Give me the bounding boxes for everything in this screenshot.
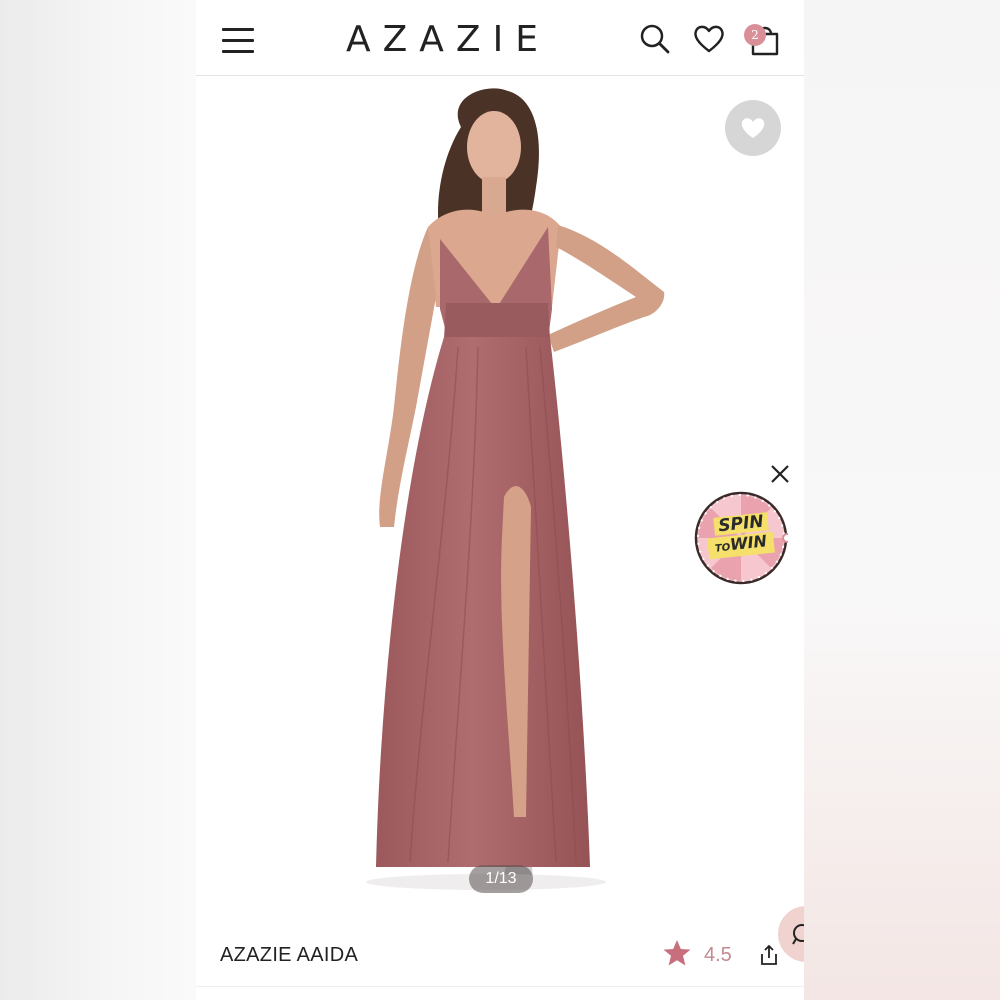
- background-right: [804, 0, 1000, 1000]
- top-header: AZAZIE 2: [196, 0, 804, 76]
- promo-line2-small: TO: [714, 542, 731, 555]
- mobile-page: AZAZIE 2 SPIN TOWIN 1/13 AZAZIE AAIDA 4.…: [196, 0, 804, 1000]
- divider: [196, 986, 804, 987]
- heart-icon[interactable]: [692, 22, 726, 56]
- share-icon[interactable]: [758, 944, 780, 966]
- favorite-heart-icon: [741, 118, 765, 138]
- promo-label: SPIN TOWIN: [694, 512, 788, 560]
- background-left: [0, 0, 196, 1000]
- product-title: AZAZIE AAIDA: [220, 944, 359, 966]
- star-icon: [662, 938, 692, 968]
- promo-line2-main: WIN: [729, 531, 768, 555]
- promo-line2: TOWIN: [707, 531, 775, 560]
- chat-icon: [792, 924, 804, 945]
- favorite-button[interactable]: [725, 100, 781, 156]
- rating-value: 4.5: [704, 944, 732, 966]
- spin-to-win-button[interactable]: SPIN TOWIN: [694, 491, 788, 585]
- cart-count-badge: 2: [744, 24, 766, 46]
- menu-icon[interactable]: [222, 28, 254, 54]
- brand-logo[interactable]: AZAZIE: [336, 19, 560, 60]
- image-counter: 1/13: [469, 865, 533, 893]
- close-promo-icon[interactable]: [768, 462, 792, 486]
- search-icon[interactable]: [638, 22, 672, 56]
